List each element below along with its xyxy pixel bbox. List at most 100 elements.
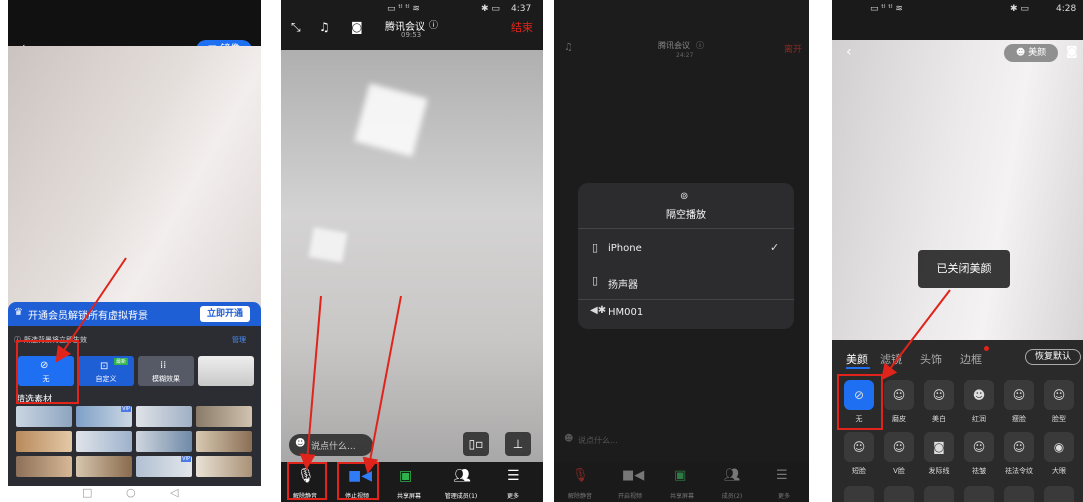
chat-placeholder: 说点什么... <box>311 442 356 452</box>
highlight-box <box>16 340 79 404</box>
bg-thumb[interactable] <box>136 406 192 427</box>
back-icon[interactable]: ◁ <box>170 486 178 499</box>
layout-icon[interactable]: ▯▫ <box>463 432 489 456</box>
bg-thumb[interactable] <box>196 431 252 452</box>
beauty-extra[interactable] <box>1044 486 1074 502</box>
beauty-v-face[interactable]: ☺ <box>884 432 914 462</box>
video-feed <box>281 50 543 462</box>
minimize-icon[interactable]: ⤡ <box>291 20 301 35</box>
switch-camera-icon[interactable]: ◙ <box>1066 44 1078 58</box>
face-icon: ◙ <box>933 440 945 454</box>
beauty-button[interactable]: ☻ 美颜 <box>1004 44 1058 62</box>
beauty-extra[interactable] <box>884 486 914 502</box>
beauty-big-eyes[interactable]: ◉ <box>1044 432 1074 462</box>
light-fixture <box>354 83 428 157</box>
meeting-title[interactable]: 腾讯会议 <box>658 40 690 51</box>
eye-icon: ◉ <box>1053 440 1065 454</box>
manage-link[interactable]: 管理 <box>232 335 246 345</box>
highlight-box-video <box>337 462 379 500</box>
signal-icon: ▭ ᵗˡ ᵗˡ ≋ <box>387 4 420 14</box>
promo-text: 开通会员解锁所有虚拟背景 <box>28 311 148 322</box>
emoji-icon[interactable]: ☻ <box>295 438 305 449</box>
option-room-thumb[interactable] <box>198 356 254 386</box>
tab-headwear[interactable]: 头饰 <box>920 351 942 367</box>
mic-muted-icon[interactable]: 🎙︎ <box>572 468 589 483</box>
option-blur[interactable]: ⁞⁞ 模糊效果 <box>138 356 194 386</box>
face-icon: ☻ <box>972 388 986 402</box>
chat-input[interactable]: ☻ 说点什么... <box>289 434 373 456</box>
beauty-smooth[interactable]: ☺ <box>884 380 914 410</box>
emoji-icon[interactable]: ☻ <box>564 434 573 444</box>
members-icon[interactable]: 👥︎ <box>453 468 471 484</box>
smile-icon: ☺ <box>892 388 906 402</box>
more-icon[interactable]: ☰ <box>507 468 520 484</box>
tab-beauty[interactable]: 美颜 <box>846 351 868 367</box>
more-icon[interactable]: ☰ <box>776 468 788 483</box>
switch-camera-icon[interactable]: ◙ <box>351 20 363 34</box>
video-off-icon[interactable]: ■◀ <box>622 468 644 483</box>
chat-input[interactable]: ☻ 说点什么... <box>564 434 648 450</box>
device-bluetooth[interactable]: ◀✱ HM001 <box>578 303 794 325</box>
bg-thumb[interactable] <box>16 406 72 427</box>
speaker-icon[interactable]: ♫ <box>319 20 330 34</box>
members-icon[interactable]: 👥︎ <box>724 468 741 483</box>
back-arrow-icon[interactable]: ‹ <box>846 44 852 60</box>
tab-filter[interactable]: 滤镜 <box>880 351 902 367</box>
beauty-wrinkle[interactable]: ☺ <box>964 432 994 462</box>
bg-thumb[interactable] <box>136 431 192 452</box>
beauty-extra[interactable] <box>1004 486 1034 502</box>
beauty-rosy[interactable]: ☻ <box>964 380 994 410</box>
phone-meeting-video: ▭ ᵗˡ ᵗˡ ≋ ✱ ▭ 4:37 ⤡ ♫ ◙ 腾讯会议 ⓘ 09:53 结束… <box>281 0 543 502</box>
beauty-slim-face[interactable]: ☺ <box>1004 380 1034 410</box>
beauty-extra[interactable] <box>924 486 954 502</box>
bg-thumb[interactable] <box>196 406 252 427</box>
bg-thumb[interactable] <box>16 431 72 452</box>
screenshot-canvas: ‹ ◫ 镜像 ♛ 开通会员解锁所有虚拟背景 立即开通 ⓘ 所选背景将立即生效 管… <box>0 0 1083 502</box>
control-bar: 🎙︎ ■◀ ▣ 👥︎ ☰ 解除静音 开启视频 共享屏幕 成员(2) 更多 <box>554 462 809 502</box>
face-icon: ☺ <box>852 440 866 454</box>
face-icon: ☺ <box>972 440 986 454</box>
beauty-face-shape[interactable]: ☺ <box>1044 380 1074 410</box>
phone-icon: ▯ <box>592 274 599 287</box>
share-screen-icon[interactable]: ▣ <box>674 468 686 483</box>
subscribe-button[interactable]: 立即开通 <box>200 306 250 322</box>
airplay-title: 隔空播放 <box>666 210 706 221</box>
bg-thumb[interactable] <box>16 456 72 477</box>
reset-button[interactable]: 恢复默认 <box>1025 349 1081 365</box>
airplay-sheet: ⊚ 隔空播放 ▯ iPhone ✓ ▯ 扬声器 ◀✱ HM001 <box>578 183 794 329</box>
bg-thumb[interactable] <box>196 456 252 477</box>
face-icon: ☺ <box>1012 388 1026 402</box>
end-button[interactable]: 结束 <box>511 19 533 35</box>
home-icon[interactable]: ○ <box>126 486 136 499</box>
leave-button[interactable]: 离开 <box>784 42 802 55</box>
image-add-icon: ⊡ <box>100 361 109 372</box>
speaker-icon[interactable]: ♫ <box>564 42 573 53</box>
info-icon[interactable]: ⓘ <box>429 18 438 31</box>
beauty-short-face[interactable]: ☺ <box>844 432 874 462</box>
beauty-hairline[interactable]: ◙ <box>924 432 954 462</box>
checkmark-icon: ✓ <box>770 241 780 254</box>
vip-promo-bar: ♛ 开通会员解锁所有虚拟背景 立即开通 <box>8 302 261 326</box>
beauty-whiten[interactable]: ☺ <box>924 380 954 410</box>
bg-thumb[interactable] <box>76 431 132 452</box>
device-speaker[interactable]: ▯ 扬声器 <box>578 272 794 294</box>
divider <box>578 299 794 300</box>
bg-thumb[interactable]: VIP <box>76 406 132 427</box>
phone-virtual-background: ‹ ◫ 镜像 ♛ 开通会员解锁所有虚拟背景 立即开通 ⓘ 所选背景将立即生效 管… <box>8 0 261 502</box>
info-icon[interactable]: ⓘ <box>696 40 704 51</box>
status-time: 4:37 <box>511 4 532 14</box>
camera-preview <box>8 46 261 346</box>
share-screen-icon[interactable]: ▣ <box>399 468 412 484</box>
beauty-extra[interactable] <box>844 486 874 502</box>
bg-thumb[interactable]: VIP <box>136 456 192 477</box>
phone-beauty-filter: ▭ ᵗˡ ᵗˡ ≋ ✱ ▭ 4:28 ‹ ☻ 美颜 ◙ 已关闭美颜 美颜 滤镜 … <box>832 0 1083 502</box>
device-iphone[interactable]: ▯ iPhone ✓ <box>578 239 794 261</box>
option-custom[interactable]: 最新 ⊡ 自定义 <box>78 356 134 386</box>
pin-icon[interactable]: ⊥ <box>505 432 531 456</box>
beauty-extra[interactable] <box>964 486 994 502</box>
bg-thumb[interactable] <box>76 456 132 477</box>
recent-apps-icon[interactable]: □ <box>82 486 92 499</box>
beauty-nasolabial[interactable]: ☺ <box>1004 432 1034 462</box>
tab-frame[interactable]: 边框 <box>960 351 982 367</box>
beauty-off-toast: 已关闭美颜 <box>918 250 1010 288</box>
